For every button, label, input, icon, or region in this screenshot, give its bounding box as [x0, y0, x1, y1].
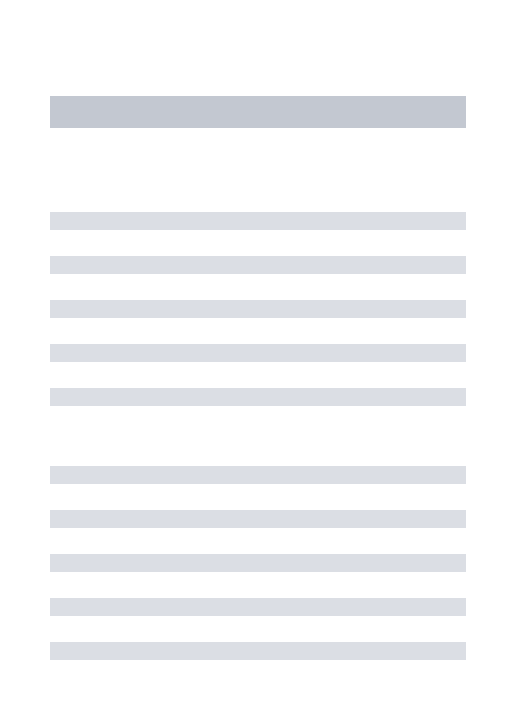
skeleton-line	[50, 388, 466, 406]
skeleton-line	[50, 344, 466, 362]
skeleton-line	[50, 510, 466, 528]
skeleton-line	[50, 598, 466, 616]
skeleton-line	[50, 212, 466, 230]
skeleton-container	[0, 0, 516, 660]
skeleton-line	[50, 642, 466, 660]
skeleton-line	[50, 300, 466, 318]
skeleton-line	[50, 554, 466, 572]
skeleton-section-1	[50, 212, 466, 406]
skeleton-header	[50, 96, 466, 128]
skeleton-line	[50, 466, 466, 484]
skeleton-line	[50, 256, 466, 274]
skeleton-section-2	[50, 466, 466, 660]
